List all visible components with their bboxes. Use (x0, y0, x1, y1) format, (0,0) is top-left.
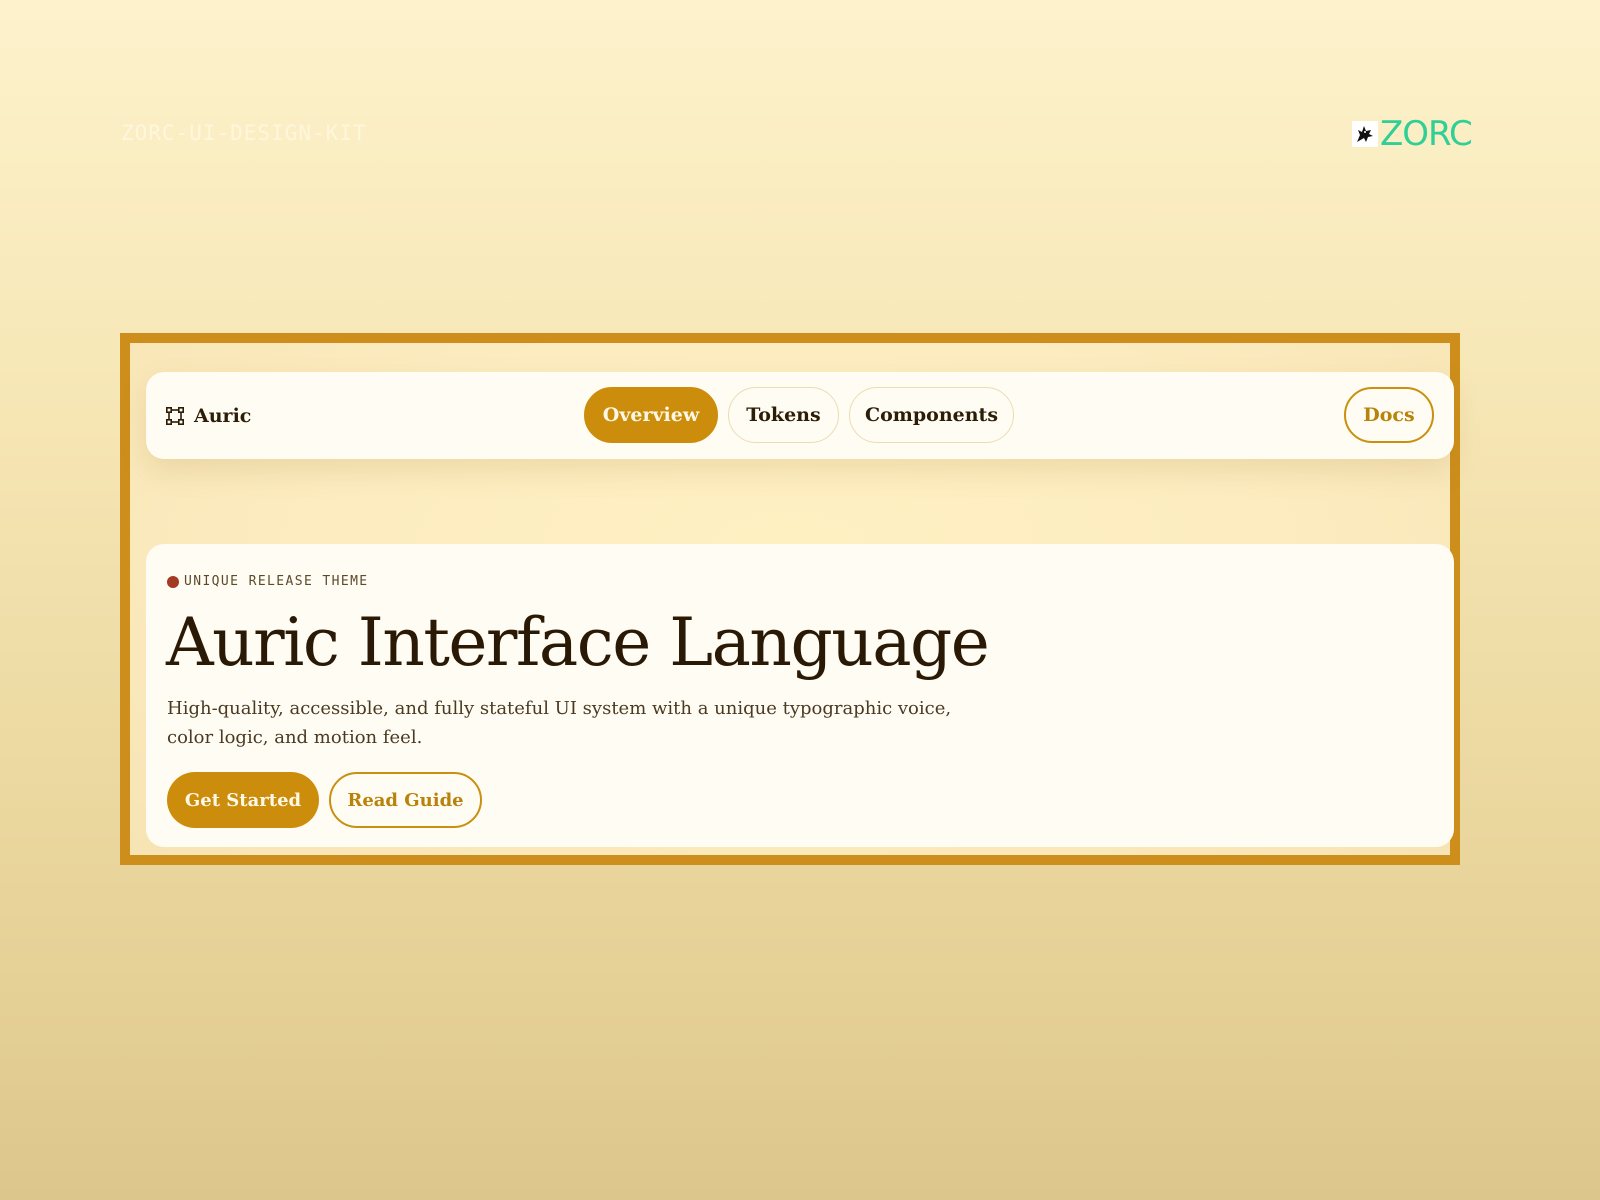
zorc-logo[interactable]: ZORC (1352, 114, 1473, 154)
nav-brand-name: Auric (194, 404, 252, 427)
hero-description: High-quality, accessible, and fully stat… (167, 698, 952, 748)
kit-label: ZORC-UI-DESIGN-KIT (121, 121, 367, 145)
nav-brand[interactable]: Auric (166, 372, 251, 459)
preview-frame: Auric Overview Tokens Components Docs UN… (120, 333, 1460, 865)
hero-card: UNIQUE RELEASE THEME Auric Interface Lan… (146, 544, 1454, 847)
hero-actions: Get Started Read Guide (167, 772, 482, 828)
status-dot-icon (167, 575, 179, 588)
nav-tabs: Overview Tokens Components (584, 387, 1014, 443)
wolf-icon (1352, 121, 1378, 147)
tab-tokens[interactable]: Tokens (728, 387, 839, 443)
zorc-logo-text: ZORC (1380, 114, 1473, 154)
docs-button[interactable]: Docs (1344, 387, 1434, 443)
get-started-button[interactable]: Get Started (167, 772, 319, 828)
top-navigation: Auric Overview Tokens Components Docs (146, 372, 1454, 459)
tab-components[interactable]: Components (849, 387, 1014, 443)
tab-overview[interactable]: Overview (584, 387, 718, 443)
release-eyebrow: UNIQUE RELEASE THEME (167, 574, 369, 589)
page-title: Auric Interface Language (166, 604, 990, 681)
vector-nodes-icon (166, 406, 184, 425)
eyebrow-text: UNIQUE RELEASE THEME (184, 574, 369, 589)
read-guide-button[interactable]: Read Guide (329, 772, 482, 828)
